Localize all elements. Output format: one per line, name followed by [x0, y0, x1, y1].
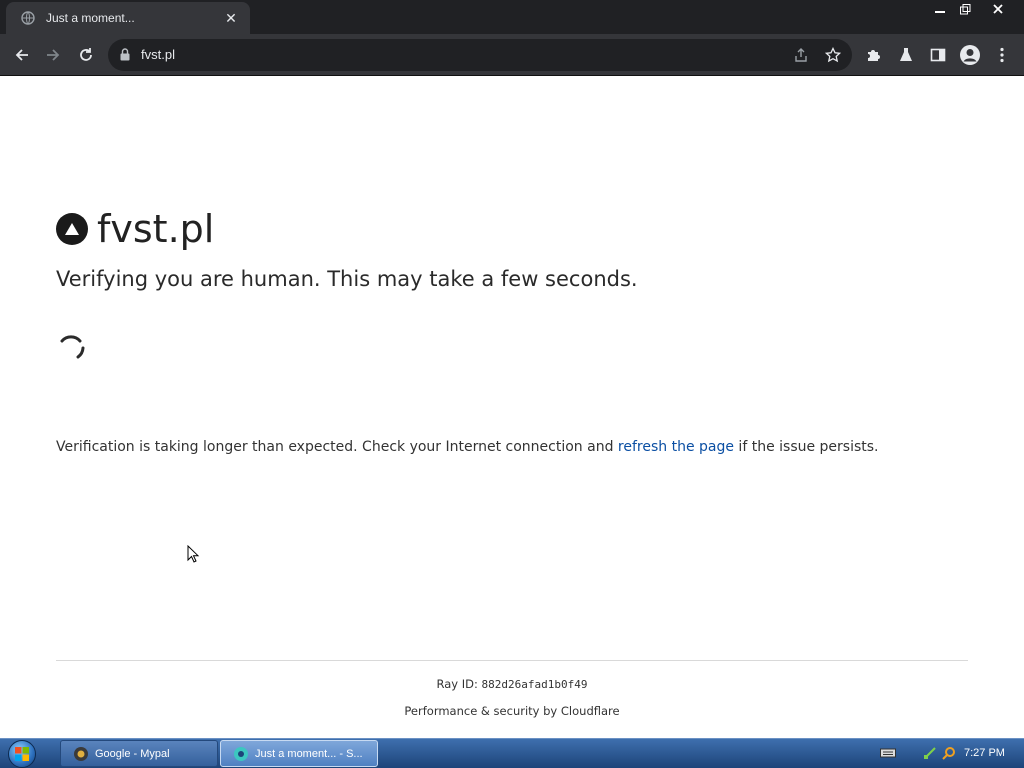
- close-window-button[interactable]: [985, 0, 1011, 18]
- extensions-puzzle-icon[interactable]: [861, 42, 887, 68]
- longer-prefix: Verification is taking longer than expec…: [56, 439, 618, 455]
- url-text: fvst.pl: [141, 47, 175, 62]
- restore-button[interactable]: [953, 0, 977, 18]
- mouse-cursor-icon: [187, 545, 200, 563]
- search-icon[interactable]: [942, 746, 956, 765]
- tab-close-icon[interactable]: ✕: [222, 9, 240, 27]
- cloudflare-footer: Performance & security by Cloudflare: [404, 704, 620, 718]
- site-logo-icon: [56, 213, 88, 245]
- bookmark-star-icon[interactable]: [822, 44, 844, 66]
- ray-id-line: Ray ID: 882d26afad1b0f49: [0, 677, 1024, 691]
- browser-tab[interactable]: Just a moment... ✕: [6, 2, 250, 34]
- taskbar: Google - Mypal Just a moment... - S... 7…: [0, 738, 1024, 768]
- share-icon[interactable]: [790, 44, 812, 66]
- address-bar[interactable]: fvst.pl: [108, 39, 852, 71]
- browser-app-icon: [234, 746, 248, 761]
- taskbar-item-just-a-moment[interactable]: Just a moment... - S...: [220, 740, 378, 767]
- taskbar-item-google-mypal[interactable]: Google - Mypal: [60, 740, 218, 767]
- taskbar-item-label: Google - Mypal: [95, 747, 170, 760]
- refresh-page-link[interactable]: refresh the page: [618, 439, 734, 455]
- forward-button[interactable]: [40, 42, 66, 68]
- footer-divider: [56, 660, 968, 661]
- lock-icon[interactable]: [120, 48, 130, 66]
- verify-message: Verifying you are human. This may take a…: [56, 267, 638, 291]
- taskbar-clock[interactable]: 7:27 PM: [964, 747, 1005, 759]
- labs-flask-icon[interactable]: [893, 42, 919, 68]
- windows-logo-icon: [15, 747, 29, 761]
- side-panel-icon[interactable]: [925, 42, 951, 68]
- longer-suffix: if the issue persists.: [733, 439, 879, 455]
- ray-label: Ray ID:: [436, 677, 482, 691]
- globe-icon: [20, 10, 36, 26]
- longer-than-expected-message: Verification is taking longer than expec…: [56, 439, 879, 455]
- network-icon[interactable]: [923, 746, 937, 765]
- keyboard-icon[interactable]: [880, 746, 896, 764]
- menu-kebab-icon[interactable]: [989, 42, 1015, 68]
- tab-title: Just a moment...: [46, 11, 135, 25]
- start-button[interactable]: [8, 740, 36, 768]
- loading-spinner-icon: [60, 335, 85, 359]
- page-content: fvst.pl Verifying you are human. This ma…: [0, 77, 1024, 738]
- browser-toolbar: fvst.pl: [0, 34, 1024, 76]
- site-name-heading: fvst.pl: [97, 207, 215, 251]
- reload-button[interactable]: [73, 42, 99, 68]
- minimize-button[interactable]: [928, 0, 952, 18]
- mypal-browser-icon: [74, 746, 88, 761]
- profile-avatar-icon[interactable]: [957, 42, 983, 68]
- taskbar-item-label: Just a moment... - S...: [255, 747, 363, 760]
- back-button[interactable]: [9, 42, 35, 68]
- ray-id-value: 882d26afad1b0f49: [481, 678, 588, 691]
- browser-titlebar: Just a moment... ✕: [0, 0, 1024, 34]
